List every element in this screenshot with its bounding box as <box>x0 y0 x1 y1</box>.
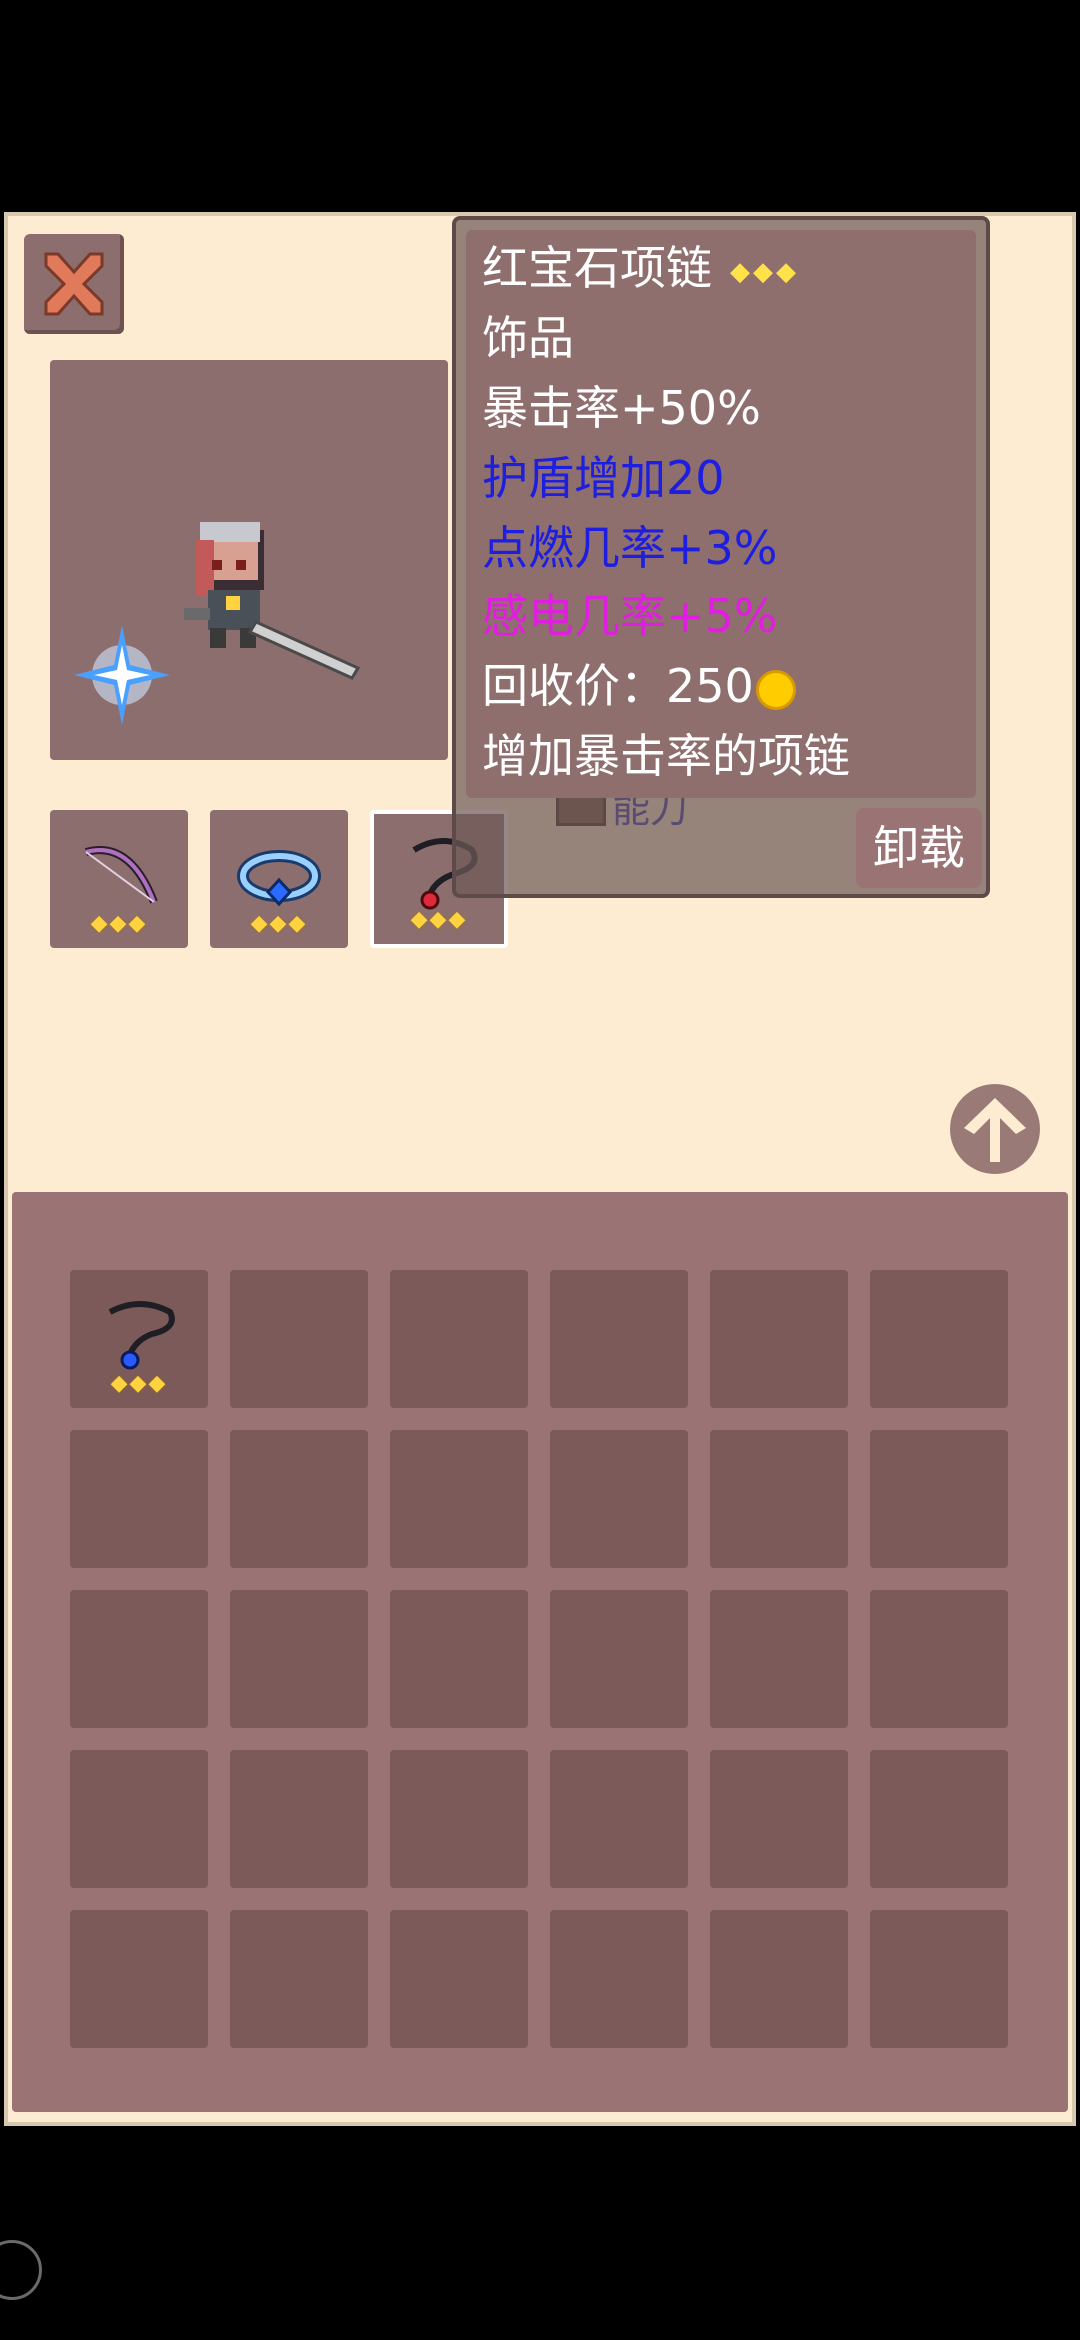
item-rarity-stars: ◆◆◆ <box>730 256 799 287</box>
assistive-touch-button[interactable] <box>0 2240 42 2300</box>
coin-icon <box>755 669 796 710</box>
sell-price-label: 回收价： <box>482 659 666 713</box>
inventory-slot[interactable] <box>230 1590 368 1728</box>
item-description: 增加暴击率的项链 <box>482 729 850 783</box>
inventory-slot[interactable] <box>710 1750 848 1888</box>
inventory-slot[interactable] <box>870 1270 1008 1408</box>
rarity-stars: ◆◆◆ <box>410 907 468 932</box>
inventory-grid: ◆◆◆ <box>12 1192 1068 2112</box>
inventory-slot[interactable] <box>70 1910 208 2048</box>
sell-price-row: 回收价：250 <box>482 658 796 714</box>
inventory-slot[interactable] <box>230 1270 368 1408</box>
stat-crit: 暴击率+50% <box>482 381 761 435</box>
inventory-slot[interactable] <box>70 1750 208 1888</box>
tooltip-body: 红宝石项链 ◆◆◆ 饰品 暴击率+50% 护盾增加20 点燃几率+3% 感电几率+… <box>466 230 976 798</box>
arrow-up-icon <box>964 1098 1026 1162</box>
sell-price-value: 250 <box>666 659 754 713</box>
close-icon <box>44 252 104 316</box>
character-portrait <box>50 360 448 760</box>
inventory-slot[interactable] <box>710 1590 848 1728</box>
inventory-slot[interactable] <box>870 1590 1008 1728</box>
inventory-slot[interactable] <box>550 1430 688 1568</box>
inventory-slot[interactable] <box>390 1430 528 1568</box>
inventory-slot[interactable] <box>70 1430 208 1568</box>
close-button[interactable] <box>24 234 124 334</box>
inventory-slot[interactable] <box>390 1750 528 1888</box>
inventory-slot[interactable] <box>550 1750 688 1888</box>
hero-sprite <box>74 522 361 725</box>
inventory-slot[interactable] <box>870 1910 1008 2048</box>
inventory-slot[interactable] <box>550 1590 688 1728</box>
inventory-slot[interactable] <box>230 1910 368 2048</box>
equip-slot-weapon[interactable]: ◆◆◆ <box>50 810 188 948</box>
stat-ignite: 点燃几率+3% <box>482 521 778 575</box>
game-screen: ◆◆◆ ◆◆◆ ◆◆◆ 能刀 红宝石项链◆◆◆ 饰品 暴击率+50% 护盾增加2… <box>0 0 1080 2340</box>
inventory-slot[interactable] <box>70 1590 208 1728</box>
inventory-slot[interactable] <box>870 1750 1008 1888</box>
inventory-slot[interactable] <box>390 1270 528 1408</box>
stat-shield: 护盾增加20 <box>482 451 725 505</box>
inventory-slot[interactable] <box>230 1750 368 1888</box>
inventory-slot[interactable] <box>870 1430 1008 1568</box>
inventory-slot[interactable]: ◆◆◆ <box>70 1270 208 1408</box>
unequip-button[interactable]: 卸载 <box>856 808 982 888</box>
sort-button[interactable] <box>950 1084 1040 1174</box>
inventory-slot[interactable] <box>230 1430 368 1568</box>
stat-shock: 感电几率+5% <box>482 589 778 643</box>
item-name-row: 红宝石项链 ◆◆◆ <box>482 240 799 300</box>
sparkle-icon <box>74 625 170 725</box>
inventory-slot[interactable] <box>550 1270 688 1408</box>
inventory-slot[interactable] <box>710 1910 848 2048</box>
inventory-slot[interactable] <box>710 1430 848 1568</box>
rarity-stars: ◆◆◆ <box>110 1371 168 1396</box>
item-tooltip: 红宝石项链 ◆◆◆ 饰品 暴击率+50% 护盾增加20 点燃几率+3% 感电几率+… <box>452 216 990 898</box>
inventory-slot[interactable] <box>550 1910 688 2048</box>
equip-slot-ring[interactable]: ◆◆◆ <box>210 810 348 948</box>
inventory-slot[interactable] <box>390 1590 528 1728</box>
rarity-stars: ◆◆◆ <box>90 911 148 936</box>
item-name: 红宝石项链 <box>482 241 712 295</box>
inventory-slot[interactable] <box>710 1270 848 1408</box>
inventory-slot[interactable] <box>390 1910 528 2048</box>
item-category: 饰品 <box>482 311 574 365</box>
rarity-stars: ◆◆◆ <box>250 911 308 936</box>
